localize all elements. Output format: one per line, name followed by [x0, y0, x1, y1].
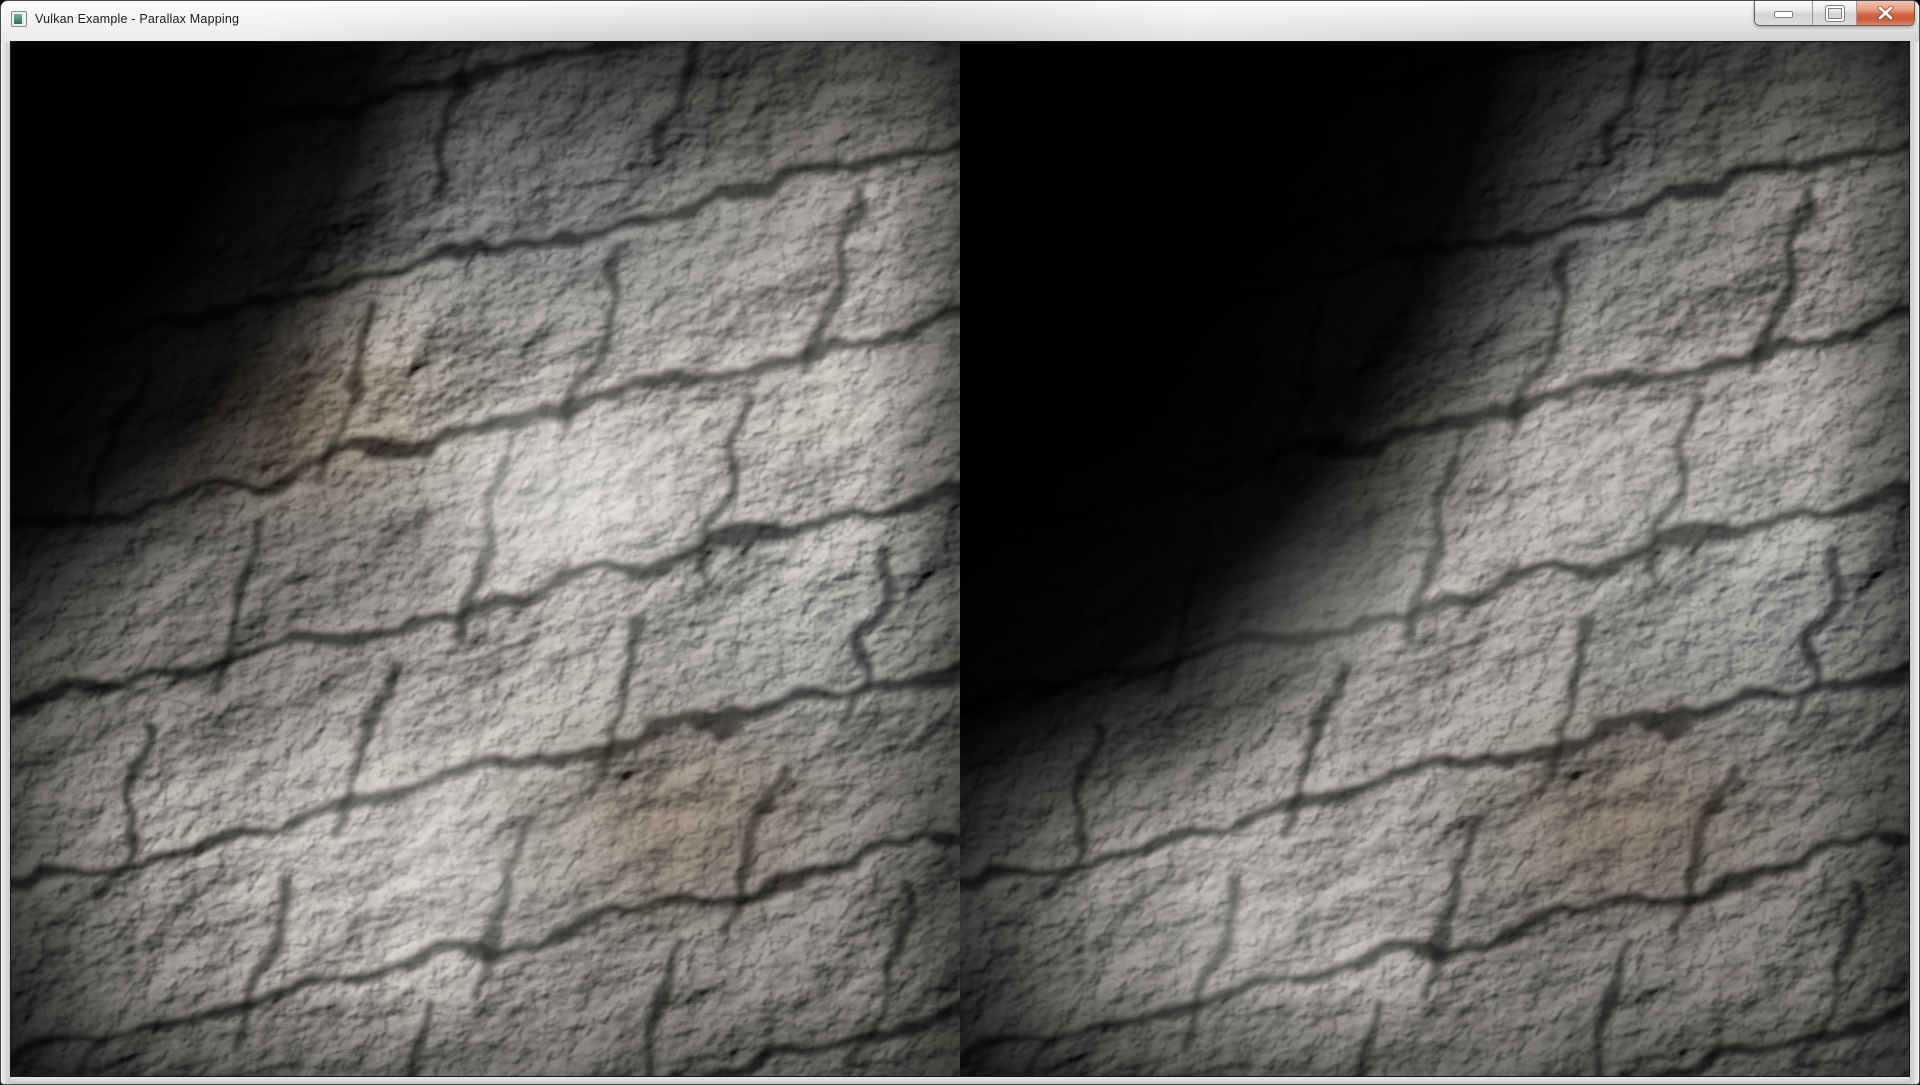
render-panel-right: [960, 42, 1909, 1076]
rock-render-left: [11, 42, 960, 1076]
window-titlebar[interactable]: Vulkan Example - Parallax Mapping: [1, 1, 1919, 42]
rock-render-right: [960, 42, 1909, 1076]
resize-border-bottom[interactable]: [11, 1076, 1909, 1084]
maximize-button[interactable]: [1813, 1, 1857, 25]
app-window: Vulkan Example - Parallax Mapping: [0, 0, 1920, 1085]
window-title: Vulkan Example - Parallax Mapping: [35, 12, 239, 26]
desktop: { "window": { "title": "Vulkan Example -…: [0, 0, 1920, 1085]
render-panel-left: [11, 42, 960, 1076]
minimize-button[interactable]: [1755, 1, 1813, 25]
resize-border-left[interactable]: [1, 42, 11, 1084]
app-icon[interactable]: [11, 11, 27, 27]
app-icon-glyph-light: [23, 14, 24, 24]
close-icon: [1877, 6, 1894, 20]
close-button[interactable]: [1857, 1, 1914, 25]
app-icon-glyph: [14, 14, 22, 24]
maximize-icon: [1826, 6, 1844, 21]
render-viewport[interactable]: [11, 42, 1909, 1076]
resize-border-right[interactable]: [1909, 42, 1919, 1084]
minimize-icon: [1774, 11, 1793, 18]
window-controls: [1754, 1, 1915, 26]
